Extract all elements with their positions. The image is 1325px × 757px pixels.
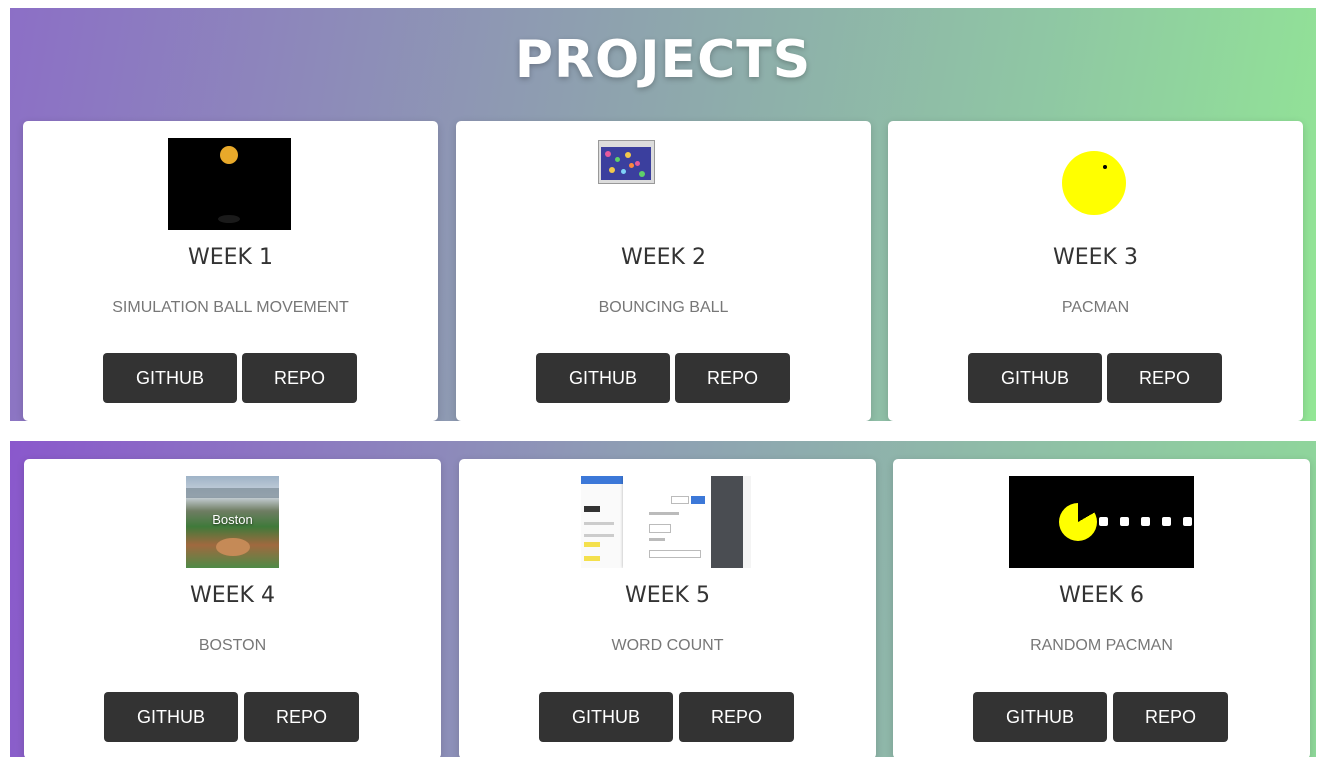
boston-stadium-image: Boston bbox=[186, 476, 279, 568]
project-name: SIMULATION BALL MOVEMENT bbox=[112, 299, 349, 316]
project-card-week-6: WEEK 6 RANDOM PACMAN GITHUB REPO bbox=[893, 459, 1310, 757]
repo-button[interactable]: REPO bbox=[1113, 692, 1228, 742]
pacman-dots-image bbox=[1009, 476, 1194, 568]
week-title: WEEK 6 bbox=[1059, 583, 1144, 608]
ball-simulation-image bbox=[168, 138, 291, 230]
projects-panel-bottom: Boston WEEK 4 BOSTON GITHUB REPO WEEK 5 … bbox=[10, 441, 1316, 757]
repo-button[interactable]: REPO bbox=[675, 353, 790, 403]
project-name: RANDOM PACMAN bbox=[1030, 637, 1173, 654]
print-dialog-image bbox=[581, 476, 751, 568]
github-button[interactable]: GITHUB bbox=[968, 353, 1102, 403]
project-name: WORD COUNT bbox=[611, 637, 724, 654]
project-card-week-1: WEEK 1 SIMULATION BALL MOVEMENT GITHUB R… bbox=[23, 121, 438, 421]
bouncing-balls-image bbox=[598, 140, 655, 184]
project-card-week-3: WEEK 3 PACMAN GITHUB REPO bbox=[888, 121, 1303, 421]
project-card-week-2: WEEK 2 BOUNCING BALL GITHUB REPO bbox=[456, 121, 871, 421]
boston-caption: Boston bbox=[212, 512, 253, 527]
projects-panel-top: PROJECTS WEEK 1 SIMULATION BALL MOVEMENT… bbox=[10, 8, 1316, 421]
github-button[interactable]: GITHUB bbox=[104, 692, 238, 742]
week-title: WEEK 5 bbox=[625, 583, 710, 608]
github-button[interactable]: GITHUB bbox=[536, 353, 670, 403]
repo-button[interactable]: REPO bbox=[242, 353, 357, 403]
repo-button[interactable]: REPO bbox=[1107, 353, 1222, 403]
page-title: PROJECTS bbox=[514, 30, 812, 90]
project-name: PACMAN bbox=[1061, 299, 1130, 316]
project-name: BOSTON bbox=[198, 637, 267, 654]
github-button[interactable]: GITHUB bbox=[539, 692, 673, 742]
week-title: WEEK 3 bbox=[1053, 245, 1138, 270]
project-name: BOUNCING BALL bbox=[598, 299, 729, 316]
repo-button[interactable]: REPO bbox=[679, 692, 794, 742]
project-card-week-5: WEEK 5 WORD COUNT GITHUB REPO bbox=[459, 459, 876, 757]
pacman-image bbox=[1062, 151, 1126, 215]
week-title: WEEK 1 bbox=[188, 245, 273, 270]
github-button[interactable]: GITHUB bbox=[103, 353, 237, 403]
repo-button[interactable]: REPO bbox=[244, 692, 359, 742]
week-title: WEEK 2 bbox=[621, 245, 706, 270]
project-card-week-4: Boston WEEK 4 BOSTON GITHUB REPO bbox=[24, 459, 441, 757]
week-title: WEEK 4 bbox=[190, 583, 275, 608]
github-button[interactable]: GITHUB bbox=[973, 692, 1107, 742]
